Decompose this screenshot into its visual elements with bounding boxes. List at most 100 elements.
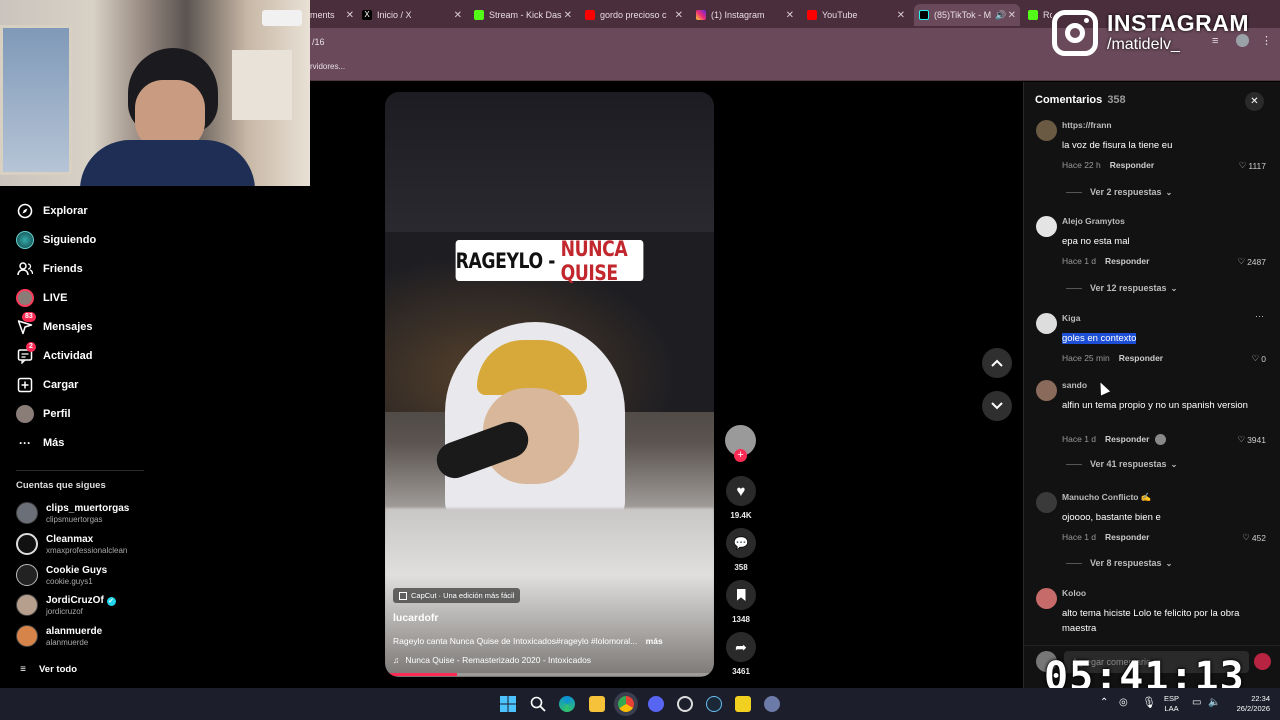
- capcut-tag[interactable]: CapCut · Una edición más fácil: [393, 588, 521, 603]
- heart-outline-icon: ♡: [1237, 434, 1246, 444]
- followed-account[interactable]: clips_muertorgas clipsmuertorgas: [16, 502, 129, 524]
- kebab-menu-icon[interactable]: ⋮: [1261, 34, 1272, 47]
- profile-icon: [16, 405, 34, 423]
- left-sidebar: Explorar Siguiendo Friends LIVE 83 Mensa…: [0, 186, 160, 686]
- browser-tab-active[interactable]: (85)TikTok - M 🔊 ✕: [914, 4, 1020, 26]
- share-button[interactable]: ➦: [726, 632, 756, 662]
- video-player[interactable]: RAGEYLO - NUNCA QUISE CapCut · Una edici…: [385, 92, 714, 677]
- comment-button[interactable]: 💬: [726, 528, 756, 558]
- reply-button[interactable]: Responder: [1105, 434, 1149, 445]
- like-button[interactable]: ♥: [726, 476, 756, 506]
- avatar[interactable]: [1036, 313, 1057, 334]
- obs-icon[interactable]: [677, 696, 693, 712]
- close-comments-button[interactable]: ✕: [1245, 92, 1264, 111]
- comment-options-icon[interactable]: ···: [1255, 311, 1264, 321]
- nav-messages[interactable]: 83 Mensajes: [16, 312, 93, 336]
- progress-track[interactable]: [385, 673, 714, 676]
- nav-upload[interactable]: Cargar: [16, 376, 78, 394]
- avatar[interactable]: [1036, 492, 1057, 513]
- close-icon[interactable]: ✕: [346, 10, 354, 21]
- comment-like[interactable]: ♡ 2487: [1237, 256, 1266, 267]
- settings-icon[interactable]: [764, 696, 780, 712]
- live-icon: [16, 289, 34, 307]
- browser-tab[interactable]: Stream - Kick Das ✕: [474, 4, 576, 26]
- reply-button[interactable]: Responder: [1119, 353, 1163, 363]
- browser-tab[interactable]: YouTube ✕: [807, 4, 909, 26]
- bookmark-item[interactable]: rvidores...: [310, 62, 345, 71]
- search-icon[interactable]: [530, 696, 546, 712]
- reply-button[interactable]: Responder: [1105, 256, 1149, 266]
- comment-user[interactable]: Manucho Conflicto ✍️: [1062, 492, 1151, 503]
- close-icon[interactable]: ✕: [675, 10, 683, 21]
- nav-live[interactable]: LIVE: [16, 289, 67, 307]
- nav-activity[interactable]: 2 Actividad: [16, 342, 93, 365]
- nav-explore[interactable]: Explorar: [16, 202, 88, 220]
- comment-user[interactable]: Kiga: [1062, 313, 1080, 323]
- view-replies[interactable]: Ver 8 respuestas ⌄: [1066, 558, 1172, 568]
- tiktok-logo-icon: [919, 10, 929, 20]
- discord-icon[interactable]: [648, 696, 664, 712]
- nav-more[interactable]: ··· Más: [16, 434, 64, 452]
- copilot-icon[interactable]: ◎: [1119, 697, 1128, 708]
- network-icon[interactable]: ▭: [1192, 697, 1201, 708]
- comment-like[interactable]: ♡ 452: [1242, 532, 1266, 543]
- steam-icon[interactable]: [706, 696, 722, 712]
- view-replies[interactable]: Ver 12 respuestas ⌄: [1066, 283, 1177, 293]
- followed-account[interactable]: Cookie Guys cookie.guys1: [16, 564, 107, 586]
- file-explorer-icon[interactable]: [589, 696, 605, 712]
- followed-account[interactable]: JordiCruzOf ✓ jordicruzof: [16, 594, 116, 616]
- close-icon[interactable]: ✕: [454, 10, 462, 21]
- view-replies[interactable]: Ver 41 respuestas ⌄: [1066, 459, 1177, 469]
- comment-text: epa no esta mal: [1062, 236, 1130, 247]
- comment-user[interactable]: Koloo: [1062, 588, 1086, 598]
- avatar[interactable]: [1036, 380, 1057, 401]
- more-link[interactable]: más: [646, 636, 663, 646]
- app-icon[interactable]: [735, 696, 751, 712]
- followed-account[interactable]: alanmuerde alanmuerde: [16, 625, 102, 647]
- chrome-icon[interactable]: [618, 696, 634, 712]
- followed-account[interactable]: Cleanmax xmaxprofessionalclean: [16, 533, 127, 555]
- reply-button[interactable]: Responder: [1110, 160, 1154, 170]
- close-icon[interactable]: ✕: [786, 10, 794, 21]
- language-indicator[interactable]: ESP LAA: [1164, 694, 1179, 714]
- speaker-icon[interactable]: 🔊: [995, 10, 1006, 21]
- capcut-icon: [399, 591, 407, 600]
- avatar[interactable]: [1036, 216, 1057, 237]
- next-video-button[interactable]: [982, 391, 1012, 421]
- close-icon[interactable]: ✕: [1008, 10, 1016, 21]
- comment-like[interactable]: ♡ 3941: [1237, 434, 1266, 445]
- browser-tab[interactable]: gordo precioso c ✕: [585, 4, 687, 26]
- video-music[interactable]: ♫ Nunca Quise - Remasterizado 2020 - Into…: [393, 655, 591, 665]
- comment-user[interactable]: Alejo Gramytos: [1062, 216, 1125, 226]
- window-photo: [0, 25, 72, 175]
- nav-profile[interactable]: Perfil: [16, 405, 71, 423]
- comment-user[interactable]: sando: [1062, 380, 1087, 390]
- close-icon[interactable]: ✕: [564, 10, 572, 21]
- browser-tab[interactable]: Ro: [1028, 4, 1052, 26]
- close-icon[interactable]: ✕: [897, 10, 905, 21]
- microphone-icon[interactable]: 🎙: [1142, 696, 1156, 709]
- comment-like-count: 0: [1261, 353, 1266, 364]
- view-replies[interactable]: Ver 2 respuestas ⌄: [1066, 187, 1172, 197]
- nav-following[interactable]: Siguiendo: [16, 231, 96, 249]
- edge-icon[interactable]: [559, 696, 575, 712]
- clock[interactable]: 22:34 26/2/2026: [1226, 694, 1270, 714]
- comment-user[interactable]: https://frann: [1062, 120, 1112, 130]
- video-author[interactable]: lucardofr: [393, 612, 439, 624]
- see-all-link[interactable]: ≡ Ver todo: [16, 660, 77, 678]
- volume-icon[interactable]: 🔈: [1208, 697, 1220, 708]
- comment-like[interactable]: ♡ 0: [1252, 353, 1266, 364]
- browser-tab[interactable]: (1) Instagram ✕: [696, 4, 798, 26]
- previous-video-button[interactable]: [982, 348, 1012, 378]
- comment-like[interactable]: ♡ 1117: [1239, 160, 1266, 171]
- browser-tab[interactable]: X Inicio / X ✕: [362, 4, 466, 26]
- chevron-up-icon[interactable]: ⌃: [1100, 697, 1108, 708]
- nav-friends[interactable]: Friends: [16, 260, 83, 278]
- avatar[interactable]: [1036, 588, 1057, 609]
- follow-plus-icon[interactable]: +: [734, 449, 747, 462]
- windows-start-icon[interactable]: [500, 696, 516, 712]
- reply-button[interactable]: Responder: [1105, 532, 1149, 542]
- avatar: [16, 594, 38, 616]
- save-button[interactable]: [726, 580, 756, 610]
- avatar[interactable]: [1036, 120, 1057, 141]
